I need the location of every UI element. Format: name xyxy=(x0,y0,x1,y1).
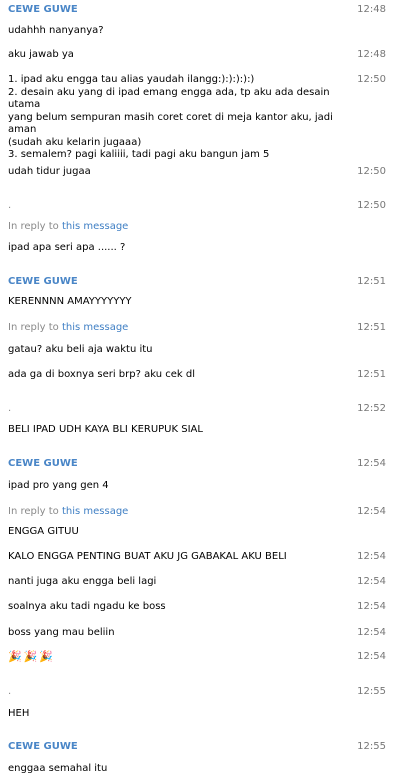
reply-indicator: In reply to this message xyxy=(8,322,128,333)
message-time: 12:48 xyxy=(357,4,386,15)
message-text: nanti juga aku engga beli lagi xyxy=(8,576,157,587)
message-time: 12:54 xyxy=(357,651,386,662)
sender-name[interactable]: CEWE GUWE xyxy=(8,458,78,469)
message-time: 12:54 xyxy=(357,576,386,587)
message-text: enggaa semahal itu xyxy=(8,763,108,774)
party-popper-icon: 🎉 xyxy=(23,650,38,663)
message-text: BELI IPAD UDH KAYA BLI KERUPUK SIAL xyxy=(8,424,203,435)
message-text: udah tidur jugaa xyxy=(8,166,91,177)
sender-name[interactable]: . xyxy=(8,686,11,697)
message-time: 12:48 xyxy=(357,49,386,60)
emoji-message: 🎉 🎉 🎉 xyxy=(8,650,53,663)
message-text: gatau? aku beli aja waktu itu xyxy=(8,344,153,355)
message-time: 12:50 xyxy=(357,200,386,211)
message-text: udahhh nanyanya? xyxy=(8,25,104,36)
message-time: 12:50 xyxy=(357,74,386,85)
reply-link[interactable]: this message xyxy=(62,322,128,333)
party-popper-icon: 🎉 xyxy=(39,650,54,663)
message-time: 12:50 xyxy=(357,166,386,177)
reply-prefix: In reply to xyxy=(8,221,59,232)
message-time: 12:51 xyxy=(357,322,386,333)
party-popper-icon: 🎉 xyxy=(8,650,22,663)
message-time: 12:55 xyxy=(357,741,386,752)
message-time: 12:54 xyxy=(357,627,386,638)
reply-link[interactable]: this message xyxy=(62,506,128,517)
message-text: ipad apa seri apa ...... ? xyxy=(8,242,126,253)
message-time: 12:54 xyxy=(357,506,386,517)
sender-name[interactable]: . xyxy=(8,403,11,414)
message-text: ipad pro yang gen 4 xyxy=(8,480,109,491)
message-line: 2. desain aku yang di ipad emang engga a… xyxy=(8,86,330,111)
reply-indicator: In reply to this message xyxy=(8,221,128,232)
sender-name[interactable]: . xyxy=(8,200,11,211)
reply-prefix: In reply to xyxy=(8,506,59,517)
message-text: ENGGA GITUU xyxy=(8,526,79,537)
message-text: soalnya aku tadi ngadu ke boss xyxy=(8,601,166,612)
sender-name[interactable]: CEWE GUWE xyxy=(8,276,78,287)
message-time: 12:52 xyxy=(357,403,386,414)
reply-indicator: In reply to this message xyxy=(8,506,128,517)
reply-link[interactable]: this message xyxy=(62,221,128,232)
reply-prefix: In reply to xyxy=(8,322,59,333)
message-time: 12:55 xyxy=(357,686,386,697)
message-text: KALO ENGGA PENTING BUAT AKU JG GABAKAL A… xyxy=(8,551,287,562)
message-time: 12:51 xyxy=(357,369,386,380)
message-line: 3. semalem? pagi kaliiii, tadi pagi aku … xyxy=(8,149,270,160)
message-time: 12:54 xyxy=(357,458,386,469)
message-line: (sudah aku kelarin jugaaa) xyxy=(8,136,142,148)
message-text: KERENNNN AMAYYYYYYY xyxy=(8,296,132,307)
message-text: HEH xyxy=(8,708,30,719)
sender-name[interactable]: CEWE GUWE xyxy=(8,741,78,752)
sender-name[interactable]: CEWE GUWE xyxy=(8,4,78,15)
message-text-multiline: 1. ipad aku engga tau alias yaudah ilang… xyxy=(8,74,348,162)
message-line: 1. ipad aku engga tau alias yaudah ilang… xyxy=(8,74,255,85)
message-time: 12:54 xyxy=(357,551,386,562)
message-text: boss yang mau beliin xyxy=(8,627,115,638)
message-text: ada ga di boxnya seri brp? aku cek dl xyxy=(8,369,195,380)
message-line: yang belum sempuran masih coret coret di… xyxy=(8,111,333,136)
message-time: 12:51 xyxy=(357,276,386,287)
message-text: aku jawab ya xyxy=(8,49,74,60)
message-time: 12:54 xyxy=(357,601,386,612)
